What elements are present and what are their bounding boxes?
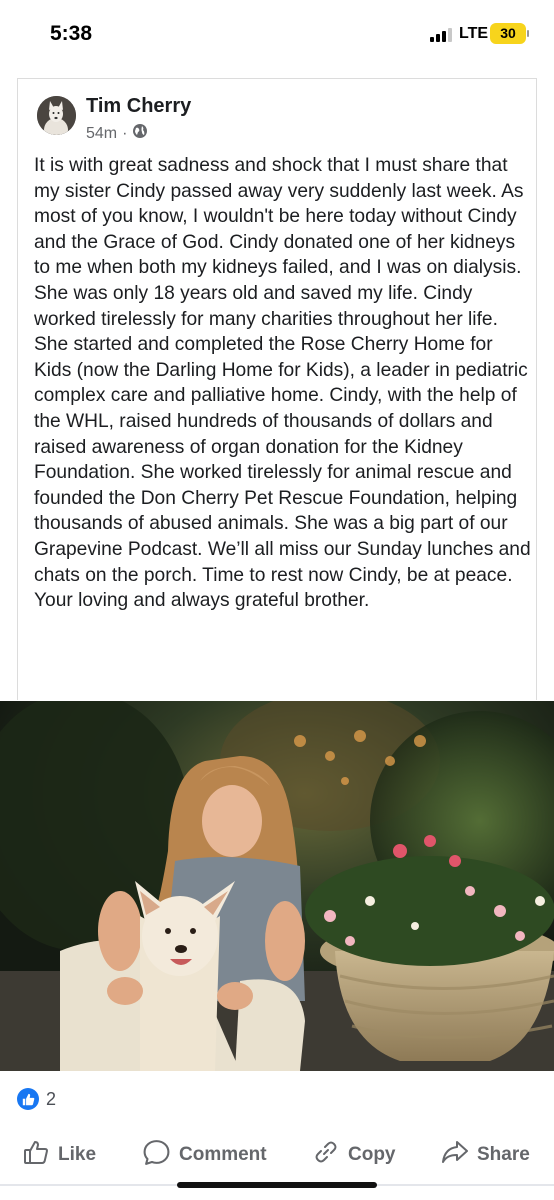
comment-button[interactable]: Comment — [142, 1133, 267, 1177]
battery-tip — [527, 30, 529, 37]
like-button[interactable]: Like — [22, 1133, 96, 1177]
status-bar: 5:38 LTE 30 — [0, 0, 554, 70]
post-timestamp: 54m — [86, 124, 118, 142]
network-label: LTE — [459, 25, 489, 42]
post-photo[interactable] — [0, 701, 554, 1071]
reaction-summary[interactable]: 2 — [17, 1088, 56, 1110]
like-label: Like — [58, 1144, 97, 1165]
post-meta: 54m · — [86, 123, 148, 144]
battery-icon: 30 — [490, 23, 526, 44]
copy-label: Copy — [348, 1144, 396, 1165]
share-icon — [441, 1138, 469, 1172]
globe-icon — [132, 123, 148, 144]
home-indicator[interactable] — [177, 1182, 377, 1188]
post-author[interactable]: Tim Cherry — [86, 95, 191, 118]
link-icon — [312, 1138, 340, 1172]
share-label: Share — [477, 1144, 530, 1165]
reaction-count: 2 — [46, 1088, 57, 1109]
thumbs-up-icon — [22, 1138, 50, 1172]
action-bar: Like Comment Copy Share — [0, 1133, 554, 1177]
post-text: It is with great sadness and shock that … — [34, 155, 531, 612]
signal-icon — [430, 28, 452, 42]
like-icon — [17, 1088, 39, 1110]
comment-label: Comment — [179, 1144, 267, 1165]
post-card: Tim Cherry 54m · It is with great sadnes… — [17, 78, 537, 700]
avatar[interactable] — [37, 96, 76, 135]
copy-button[interactable]: Copy — [312, 1133, 396, 1177]
meta-separator: · — [122, 124, 128, 142]
share-button[interactable]: Share — [441, 1133, 530, 1177]
comment-icon — [142, 1138, 171, 1173]
status-time: 5:38 — [50, 22, 93, 45]
